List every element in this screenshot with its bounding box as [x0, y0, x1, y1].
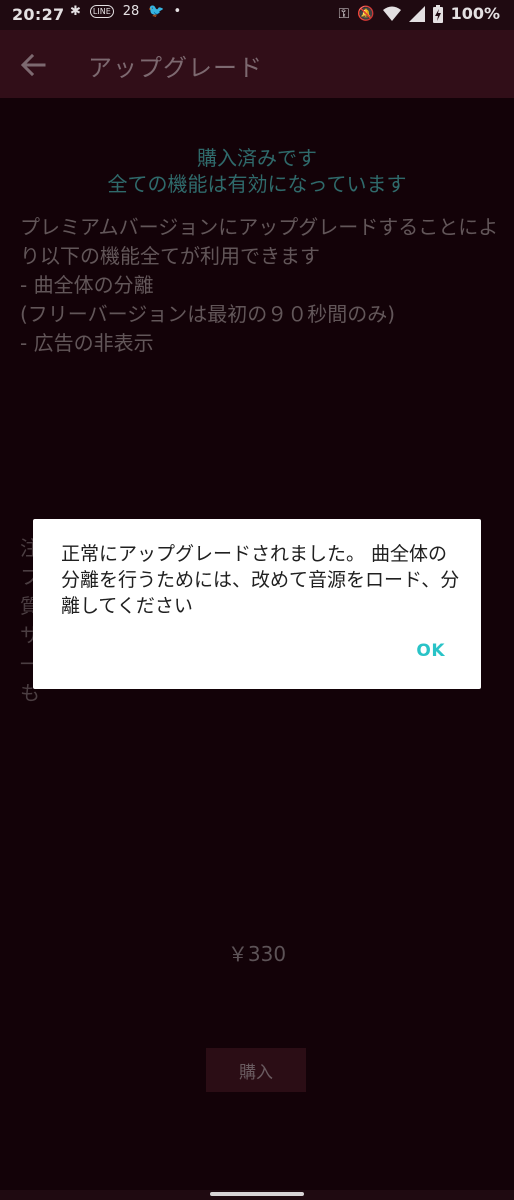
signal-icon — [408, 5, 425, 22]
home-gesture-handle[interactable] — [210, 1192, 304, 1196]
bug-icon: ✱ — [70, 4, 81, 19]
feature-description: プレミアムバージョンにアップグレードすることにより以下の機能全てが利用できます … — [20, 215, 499, 355]
battery-charging-icon — [432, 4, 443, 23]
back-arrow-icon[interactable] — [18, 50, 48, 80]
notification-badge: 28 — [122, 4, 140, 19]
purchase-status-line1: 購入済みです — [197, 146, 317, 170]
line-app-icon: LINE — [89, 5, 114, 18]
dot-icon: • — [173, 4, 182, 19]
vpn-key-icon: ⚿ — [338, 5, 350, 22]
ok-button[interactable]: OK — [416, 641, 445, 661]
page-title: アップグレード — [88, 54, 263, 82]
notification-icons: ✱ LINE 28 🐦 • — [70, 4, 181, 19]
app-bar: アップグレード — [0, 30, 514, 98]
price-label: ￥330 — [227, 942, 287, 966]
system-icons: ⚿ 🔕 100% — [338, 4, 500, 23]
purchase-status-line2: 全ての機能は有効になっています — [107, 172, 407, 196]
dialog-message: 正常にアップグレードされました。 曲全体の分離を行うためには、改めて音源をロード… — [61, 543, 460, 617]
buy-button[interactable]: 購入 — [206, 1048, 306, 1092]
wifi-icon — [382, 6, 401, 21]
mute-bell-icon: 🔕 — [357, 5, 375, 22]
status-time: 20:27 — [12, 5, 65, 24]
twitter-icon: 🐦 — [148, 4, 165, 19]
upgrade-success-dialog: 正常にアップグレードされました。 曲全体の分離を行うためには、改めて音源をロード… — [33, 519, 481, 689]
status-bar: 20:27 ✱ LINE 28 🐦 • ⚿ 🔕 100% — [0, 0, 514, 30]
battery-percent: 100% — [450, 4, 500, 23]
navigation-bar — [0, 1190, 514, 1200]
